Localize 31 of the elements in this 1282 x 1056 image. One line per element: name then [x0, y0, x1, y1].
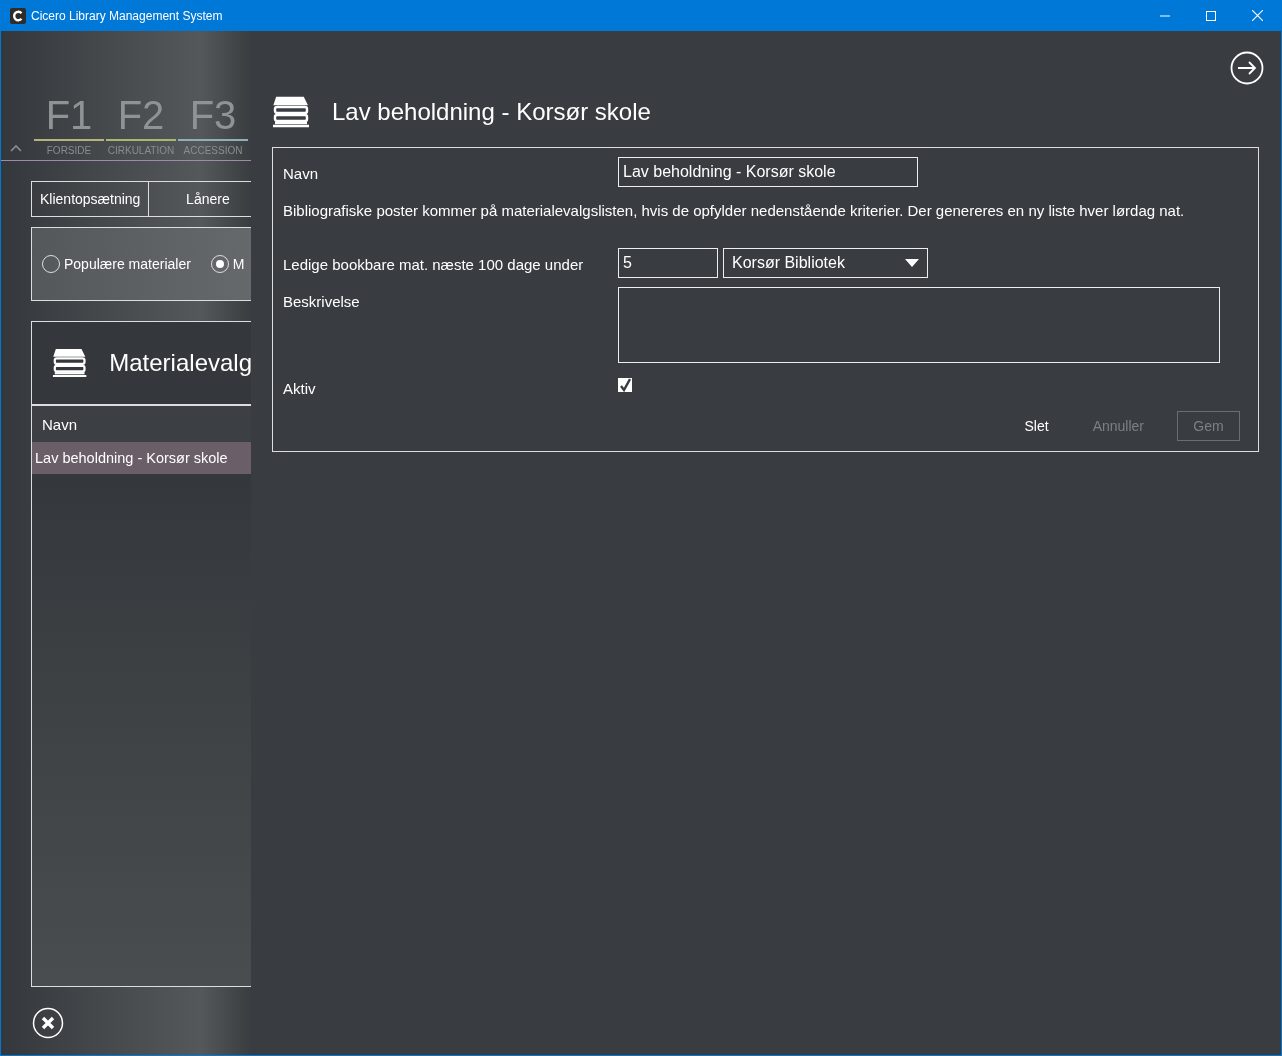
maximize-icon[interactable] — [1206, 10, 1216, 21]
radio-option[interactable]: M — [210, 255, 245, 273]
info-text: Bibliografiske poster kommer på materialevalgslisten, hvis de opfylder nedenstående kriterier. Der genereres en ny liste hver lørdag nat. — [283, 202, 1186, 219]
field-label: Navn — [283, 163, 320, 182]
list-row[interactable]: Lav beholdning - Korsør skole — [32, 442, 251, 474]
number-field[interactable]: 5 — [618, 248, 718, 278]
column-header: Navn — [32, 406, 251, 442]
panel-title: Materialevalg — [109, 349, 251, 377]
close-icon[interactable] — [1252, 10, 1263, 21]
window-title: Cicero Library Management System — [31, 8, 223, 23]
active-checkbox[interactable] — [618, 378, 632, 392]
radio-option[interactable]: Populære materialer — [42, 255, 191, 273]
field-label: Ledige bookbare mat. næste 100 dage under — [283, 254, 585, 273]
dropdown-caret-icon — [905, 259, 919, 267]
radio-label[interactable]: Populære materialer — [64, 256, 191, 272]
function-key-label[interactable]: FORSIDE — [34, 139, 104, 156]
field-label: Aktiv — [283, 378, 317, 397]
description-field[interactable] — [618, 287, 1220, 363]
tab[interactable]: Klientopsætning — [31, 181, 150, 217]
library-dropdown[interactable]: Korsør Bibliotek — [723, 248, 928, 278]
app-logo-icon — [10, 7, 26, 24]
function-key[interactable]: F1 — [45, 91, 93, 139]
name-field[interactable]: Lav beholdning - Korsør skole — [618, 157, 918, 187]
field-label: Beskrivelse — [283, 292, 361, 310]
books-icon — [52, 346, 88, 380]
detail-title: Lav beholdning - Korsør skole — [332, 98, 651, 126]
radio-label[interactable]: M — [232, 256, 245, 272]
collapse-chevron-icon[interactable] — [10, 144, 22, 152]
action-button[interactable]: Slet — [1013, 411, 1060, 441]
books-icon — [272, 95, 310, 129]
close-circle-icon[interactable] — [32, 1007, 64, 1039]
